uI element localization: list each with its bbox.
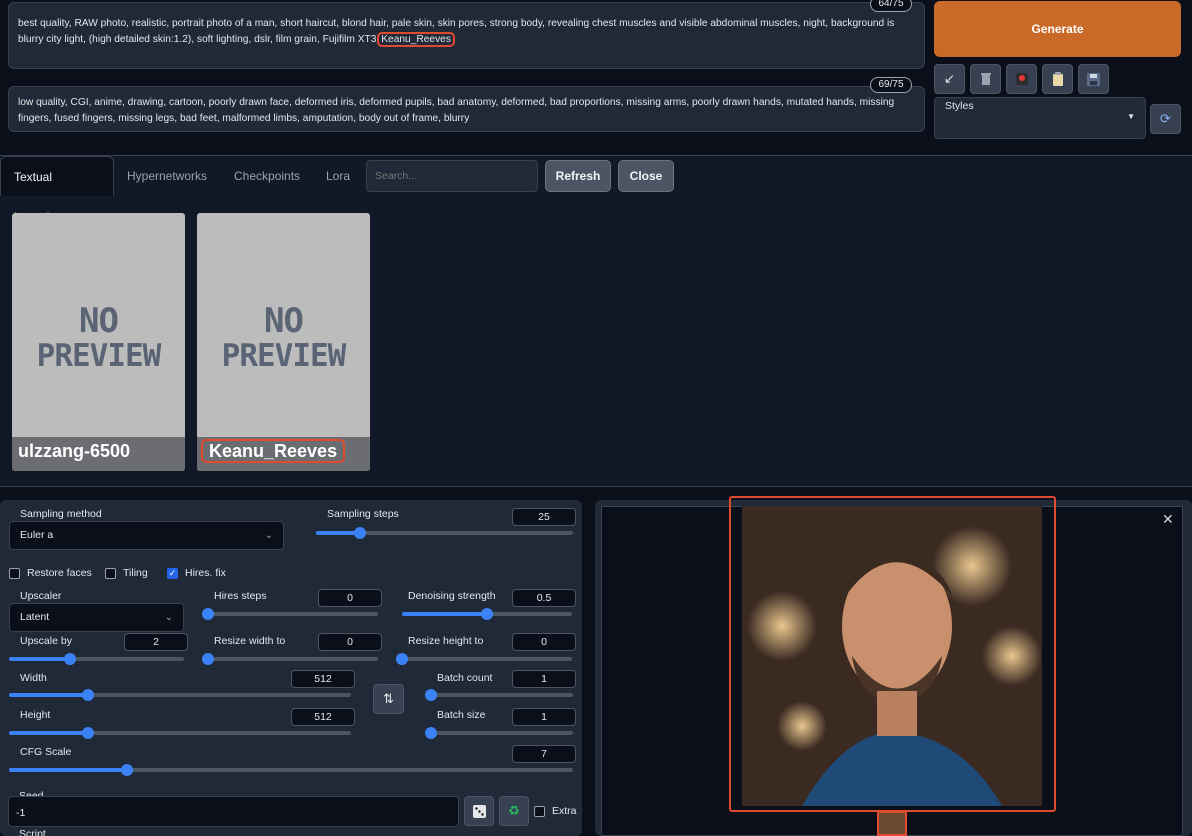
refresh-button[interactable]: Refresh xyxy=(545,160,611,192)
batch-count-input[interactable]: 1 xyxy=(512,670,576,688)
batch-size-label: Batch size xyxy=(437,709,486,721)
resize-width-slider[interactable] xyxy=(202,653,378,665)
chevron-down-icon: ▼ xyxy=(1127,112,1135,121)
width-label: Width xyxy=(20,672,47,684)
positive-prompt[interactable]: best quality, RAW photo, realistic, port… xyxy=(8,2,925,69)
red-dot-icon[interactable] xyxy=(1006,64,1037,94)
restore-faces-checkbox[interactable] xyxy=(9,568,20,579)
hires-steps-label: Hires steps xyxy=(214,590,267,602)
upscaler-select[interactable]: Latent ⌄ xyxy=(9,603,184,632)
restore-faces-label: Restore faces xyxy=(27,567,92,579)
resize-width-input[interactable]: 0 xyxy=(318,633,382,651)
close-button[interactable]: Close xyxy=(618,160,674,192)
close-icon[interactable]: ✕ xyxy=(1162,511,1174,528)
gallery-thumbnail[interactable] xyxy=(877,811,907,836)
tab-textual-inversion[interactable]: Textual Inversion xyxy=(0,156,114,224)
chevron-down-icon: ⌄ xyxy=(164,612,173,623)
extra-label: Extra xyxy=(552,805,577,817)
generate-button[interactable]: Generate xyxy=(934,1,1181,57)
hires-steps-slider[interactable] xyxy=(202,608,378,620)
height-input[interactable]: 512 xyxy=(291,708,355,726)
sampling-steps-input[interactable]: 25 xyxy=(512,508,576,526)
width-slider[interactable] xyxy=(9,689,351,701)
trash-icon[interactable] xyxy=(970,64,1001,94)
card-label: ulzzang-6500 xyxy=(12,437,185,471)
no-preview-image: NO PREVIEW xyxy=(221,301,347,374)
denoising-slider[interactable] xyxy=(402,608,572,620)
cfg-scale-input[interactable]: 7 xyxy=(512,745,576,763)
refresh-styles-icon[interactable]: ⟳ xyxy=(1150,104,1181,134)
highlight-frame xyxy=(729,496,1056,812)
hires-fix-checkbox[interactable]: ✓ xyxy=(167,568,178,579)
tab-checkpoints[interactable]: Checkpoints xyxy=(221,156,313,196)
batch-count-label: Batch count xyxy=(437,672,493,684)
network-card-ulzzang[interactable]: NO PREVIEW ulzzang-6500 xyxy=(12,213,185,471)
dice-icon[interactable] xyxy=(464,796,494,826)
search-input[interactable] xyxy=(366,160,538,192)
hires-steps-input[interactable]: 0 xyxy=(318,589,382,607)
positive-prompt-text: best quality, RAW photo, realistic, port… xyxy=(18,18,895,45)
sampling-steps-label: Sampling steps xyxy=(327,508,399,520)
script-label: Script xyxy=(19,828,46,836)
seed-input[interactable]: -1 xyxy=(8,796,459,827)
tab-lora[interactable]: Lora xyxy=(313,156,363,196)
sampling-steps-slider[interactable] xyxy=(316,527,573,539)
height-label: Height xyxy=(20,709,51,721)
no-preview-image: NO PREVIEW xyxy=(36,301,162,374)
recycle-icon[interactable]: ♻ xyxy=(499,796,529,826)
tab-hypernetworks[interactable]: Hypernetworks xyxy=(114,156,220,196)
batch-size-input[interactable]: 1 xyxy=(512,708,576,726)
upscale-by-input[interactable]: 2 xyxy=(124,633,188,651)
resize-width-label: Resize width to xyxy=(214,635,286,647)
negative-prompt-text: low quality, CGI, anime, drawing, cartoo… xyxy=(18,97,895,124)
extra-checkbox[interactable] xyxy=(534,806,545,817)
denoising-input[interactable]: 0.5 xyxy=(512,589,576,607)
resize-height-label: Resize height to xyxy=(408,635,484,647)
resize-height-input[interactable]: 0 xyxy=(512,633,576,651)
positive-token-counter: 64/75 xyxy=(870,0,912,12)
width-input[interactable]: 512 xyxy=(291,670,355,688)
clipboard-icon[interactable] xyxy=(1042,64,1073,94)
extra-networks-panel: Textual Inversion Hypernetworks Checkpoi… xyxy=(0,155,1192,487)
network-card-keanu[interactable]: NO PREVIEW Keanu_Reeves xyxy=(197,213,370,471)
prompt-highlight-token: Keanu_Reeves xyxy=(377,31,455,47)
save-icon[interactable] xyxy=(1078,64,1109,94)
generation-settings xyxy=(0,500,582,836)
resize-height-slider[interactable] xyxy=(396,653,572,665)
denoising-label: Denoising strength xyxy=(408,590,496,602)
upscaler-label: Upscaler xyxy=(20,590,62,602)
negative-prompt[interactable]: low quality, CGI, anime, drawing, cartoo… xyxy=(8,86,925,132)
upscale-by-slider[interactable] xyxy=(9,653,184,665)
cfg-scale-label: CFG Scale xyxy=(20,746,72,758)
negative-token-counter: 69/75 xyxy=(870,77,912,93)
styles-label: Styles xyxy=(945,100,974,112)
sampling-method-label: Sampling method xyxy=(20,508,102,520)
batch-count-slider[interactable] xyxy=(425,689,573,701)
sampling-method-select[interactable]: Euler a ⌄ xyxy=(9,521,284,550)
tiling-checkbox[interactable] xyxy=(105,568,116,579)
height-slider[interactable] xyxy=(9,727,351,739)
tiling-label: Tiling xyxy=(123,567,148,579)
hires-fix-label: Hires. fix xyxy=(185,567,226,579)
chevron-down-icon: ⌄ xyxy=(264,530,273,541)
arrow-down-left-icon[interactable]: ↙ xyxy=(934,64,965,94)
card-label: Keanu_Reeves xyxy=(197,437,370,471)
styles-dropdown[interactable]: Styles ▼ xyxy=(934,97,1146,139)
cfg-scale-slider[interactable] xyxy=(9,764,573,776)
batch-size-slider[interactable] xyxy=(425,727,573,739)
upscale-by-label: Upscale by xyxy=(20,635,72,647)
swap-dimensions-icon[interactable]: ⇅ xyxy=(373,684,404,714)
